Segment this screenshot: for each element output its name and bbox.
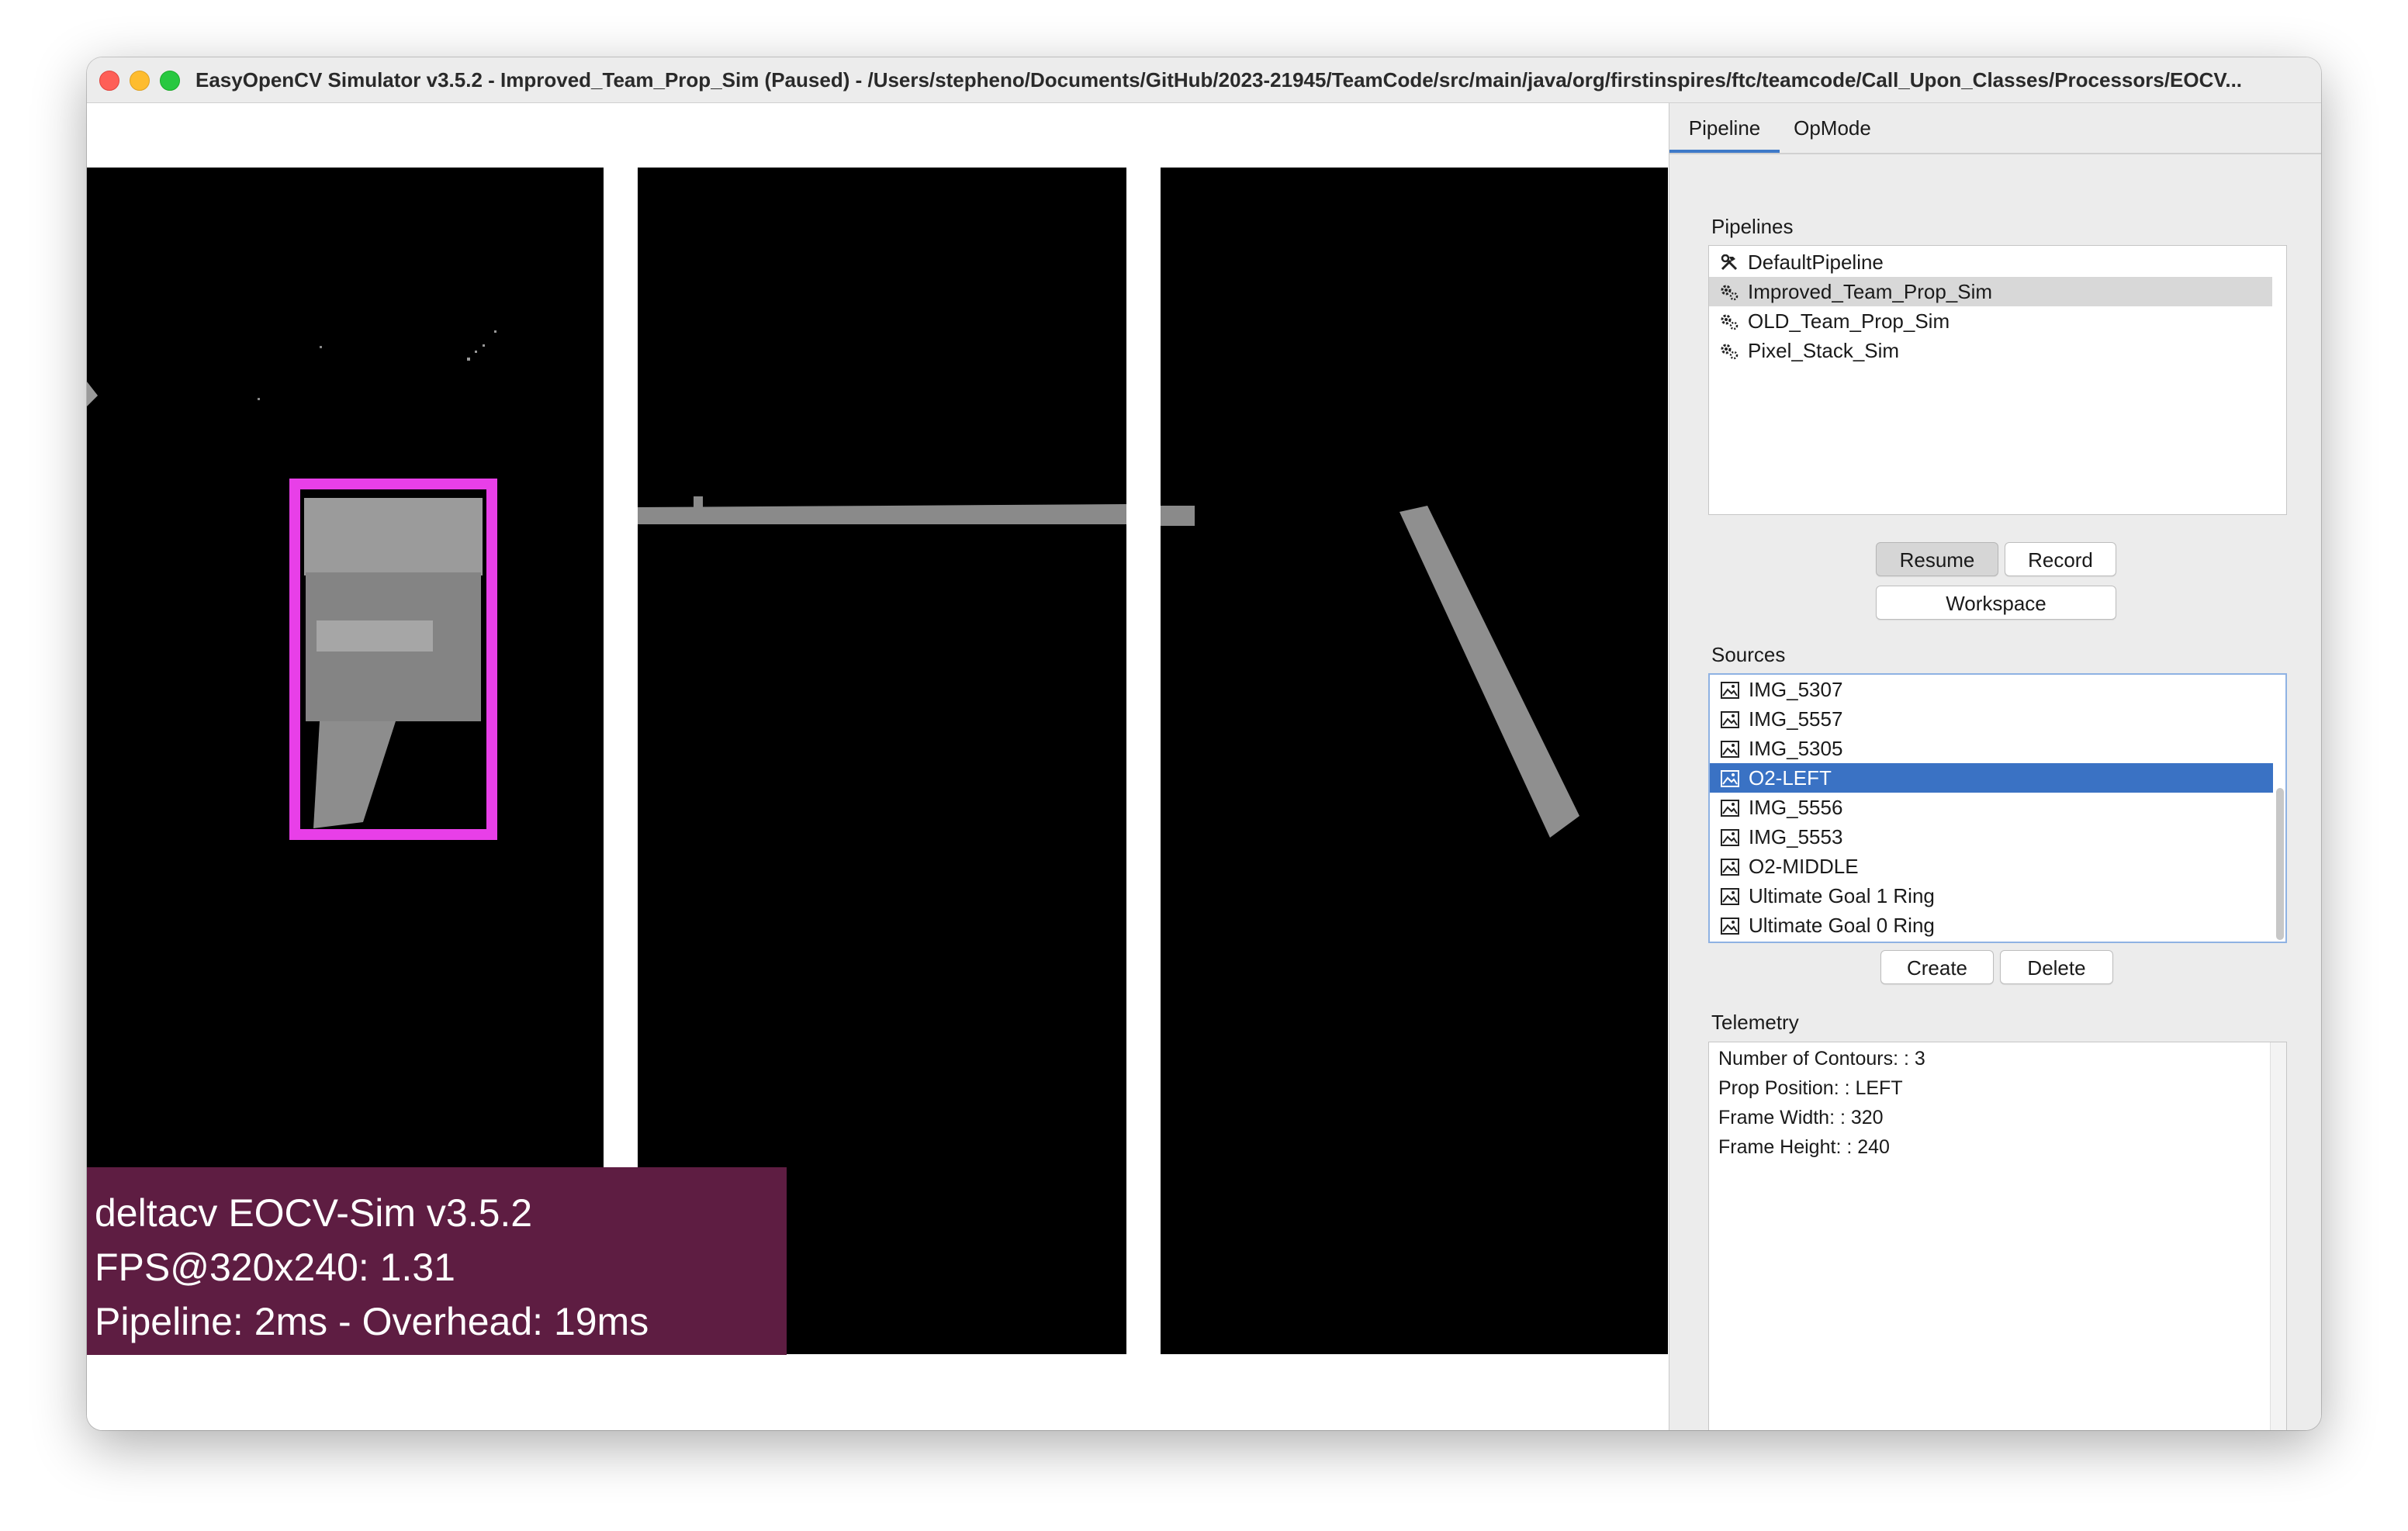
pipeline-item-pixel-stack-sim[interactable]: Pixel_Stack_Sim (1709, 336, 2272, 365)
source-item-label: IMG_5553 (1749, 825, 1843, 848)
window-title: EasyOpenCV Simulator v3.5.2 - Improved_T… (195, 68, 2243, 92)
app-window: EasyOpenCV Simulator v3.5.2 - Improved_T… (87, 57, 2321, 1430)
telemetry-line: Frame Width: : 320 (1718, 1107, 1884, 1128)
telemetry-scroll-track[interactable] (2270, 1042, 2286, 1430)
source-item-label: IMG_5307 (1749, 678, 1843, 701)
sidebar: Pipeline OpMode Pipelines DefaultPipelin… (1669, 103, 2321, 1430)
sidebar-tabs: Pipeline OpMode (1669, 103, 2321, 154)
pipeline-item-label: Improved_Team_Prop_Sim (1748, 280, 1993, 303)
image-icon (1721, 800, 1739, 817)
pipelines-label: Pipelines (1711, 215, 1794, 238)
create-button[interactable]: Create (1880, 950, 1994, 984)
record-button[interactable]: Record (2005, 542, 2116, 576)
tab-opmode[interactable]: OpMode (1780, 103, 1885, 153)
source-item[interactable]: IMG_5305 (1710, 734, 2273, 763)
overlay-fps: FPS@320x240: 1.31 (95, 1246, 455, 1289)
pipeline-viewport: deltacv EOCV-Sim v3.5.2 FPS@320x240: 1.3… (87, 103, 1668, 1430)
image-icon (1721, 770, 1739, 787)
right-frame-image (1161, 506, 1579, 838)
pipeline-item-label: DefaultPipeline (1748, 251, 1884, 274)
telemetry-panel: Number of Contours: : 3 Prop Position: :… (1708, 1042, 2287, 1430)
source-item[interactable]: IMG_5307 (1710, 675, 2273, 704)
hammer-wrench-icon (1721, 254, 1738, 271)
gears-icon (1721, 285, 1739, 301)
sources-label: Sources (1711, 643, 1786, 666)
source-item[interactable]: Ultimate Goal 1 Ring (1710, 881, 2273, 911)
sources-list[interactable]: IMG_5307 IMG_5557 IMG_5305 O2-LEFT IMG_5… (1708, 673, 2287, 943)
delete-button[interactable]: Delete (2000, 950, 2113, 984)
source-item[interactable]: O2-MIDDLE (1710, 852, 2273, 881)
image-icon (1721, 888, 1739, 905)
pipelines-list[interactable]: DefaultPipeline Improved_Team_Prop_Sim O… (1708, 245, 2287, 515)
source-item-selected[interactable]: O2-LEFT (1710, 763, 2273, 793)
source-item-label: Ultimate Goal 0 Ring (1749, 914, 1935, 937)
source-item-label: O2-LEFT (1749, 766, 1832, 790)
source-item-label: IMG_5305 (1749, 737, 1843, 760)
overlay-timing: Pipeline: 2ms - Overhead: 19ms (95, 1300, 649, 1343)
image-icon (1721, 741, 1739, 758)
stats-overlay: deltacv EOCV-Sim v3.5.2 FPS@320x240: 1.3… (87, 1167, 787, 1355)
telemetry-line: Prop Position: : LEFT (1718, 1077, 1903, 1099)
image-icon (1721, 859, 1739, 876)
workspace-button[interactable]: Workspace (1876, 586, 2116, 620)
source-item[interactable]: IMG_5556 (1710, 793, 2273, 822)
pipeline-item-old-team-prop-sim[interactable]: OLD_Team_Prop_Sim (1709, 306, 2272, 336)
zoom-window-button[interactable] (160, 71, 180, 91)
resume-button[interactable]: Resume (1876, 542, 1998, 576)
source-item[interactable]: IMG_5553 (1710, 822, 2273, 852)
telemetry-line: Number of Contours: : 3 (1718, 1048, 1925, 1070)
pipeline-item-improved-team-prop-sim[interactable]: Improved_Team_Prop_Sim (1709, 277, 2272, 306)
pipeline-item-default[interactable]: DefaultPipeline (1709, 247, 2272, 277)
source-item-label: IMG_5556 (1749, 796, 1843, 819)
image-icon (1721, 829, 1739, 846)
image-icon (1721, 918, 1739, 935)
image-icon (1721, 711, 1739, 728)
telemetry-line: Frame Height: : 240 (1718, 1136, 1890, 1158)
pipeline-item-label: Pixel_Stack_Sim (1748, 339, 1900, 362)
sources-scrollbar[interactable] (2276, 788, 2284, 940)
source-item-label: O2-MIDDLE (1749, 855, 1859, 878)
pipeline-item-label: OLD_Team_Prop_Sim (1748, 309, 1950, 333)
gears-icon (1721, 344, 1739, 360)
telemetry-label: Telemetry (1711, 1011, 1799, 1034)
gears-icon (1721, 314, 1739, 330)
source-item-label: Ultimate Goal 1 Ring (1749, 884, 1935, 907)
image-icon (1721, 682, 1739, 699)
minimize-window-button[interactable] (130, 71, 150, 91)
close-window-button[interactable] (99, 71, 119, 91)
source-item[interactable]: IMG_5557 (1710, 704, 2273, 734)
source-item[interactable]: Ultimate Goal 0 Ring (1710, 911, 2273, 940)
camera-panel-right (1161, 168, 1668, 1354)
overlay-version: deltacv EOCV-Sim v3.5.2 (95, 1191, 533, 1235)
title-bar: EasyOpenCV Simulator v3.5.2 - Improved_T… (87, 57, 2321, 103)
source-item-label: IMG_5557 (1749, 707, 1843, 731)
tab-pipeline[interactable]: Pipeline (1669, 103, 1780, 153)
